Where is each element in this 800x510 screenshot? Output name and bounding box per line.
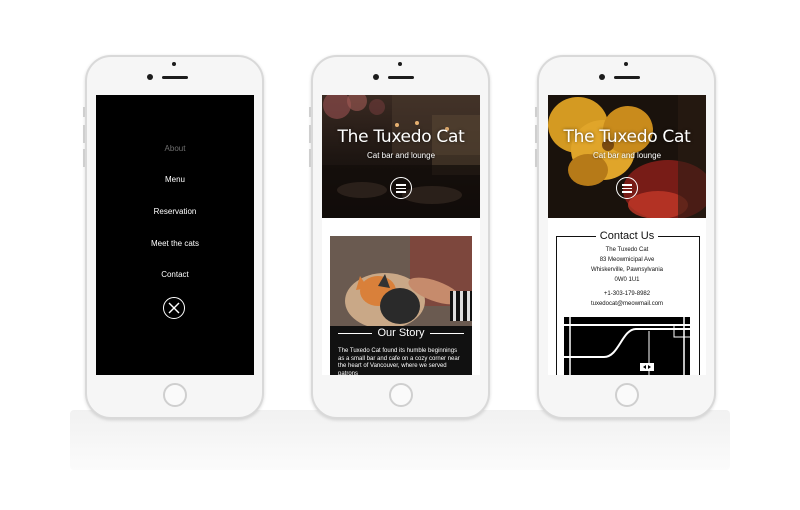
camera	[599, 74, 605, 80]
home-button[interactable]	[615, 383, 639, 407]
hero-drink-photo: The Tuxedo Cat Cat bar and lounge	[548, 95, 706, 218]
volume-down	[535, 149, 537, 167]
contact-phone-link[interactable]: +1-303-179-8982	[548, 291, 706, 297]
volume-down	[309, 149, 311, 167]
menu-item-contact[interactable]: Contact	[96, 270, 254, 279]
map-graphic	[564, 317, 690, 375]
our-story-card: Our Story The Tuxedo Cat found its humbl…	[330, 236, 472, 375]
close-icon[interactable]	[163, 297, 185, 319]
contact-address-line2: Whiskerville, Pawnsylvania	[590, 267, 664, 273]
hamburger-icon[interactable]	[390, 177, 412, 199]
speaker	[614, 76, 640, 79]
mute-switch	[535, 107, 537, 117]
volume-down	[83, 149, 85, 167]
camera	[147, 74, 153, 80]
site-subtitle: Cat bar and lounge	[592, 151, 662, 160]
speaker	[388, 76, 414, 79]
sensor-dot	[624, 62, 628, 66]
menu-item-meet-the-cats[interactable]: Meet the cats	[96, 239, 254, 248]
contact-business-name: The Tuxedo Cat	[605, 247, 649, 253]
floor-reflection	[70, 410, 730, 470]
camera	[373, 74, 379, 80]
mute-switch	[83, 107, 85, 117]
volume-up	[309, 125, 311, 143]
contact-heading: Contact Us	[548, 230, 706, 242]
site-subtitle: Cat bar and lounge	[366, 151, 436, 160]
story-screen: The Tuxedo Cat Cat bar and lounge Our St…	[322, 95, 480, 375]
menu-item-reservation[interactable]: Reservation	[96, 207, 254, 216]
contact-screen: The Tuxedo Cat Cat bar and lounge Contac…	[548, 95, 706, 375]
site-title: The Tuxedo Cat	[337, 127, 465, 147]
speaker	[162, 76, 188, 79]
mute-switch	[309, 107, 311, 117]
sensor-dot	[172, 62, 176, 66]
phone-story-view: The Tuxedo Cat Cat bar and lounge Our St…	[309, 55, 490, 419]
site-title: The Tuxedo Cat	[563, 127, 691, 147]
contact-postal-code: 0W0 1U1	[614, 277, 640, 283]
our-story-text: The Tuxedo Cat found its humble beginnin…	[338, 348, 460, 375]
home-button[interactable]	[163, 383, 187, 407]
contact-email-link[interactable]: tuxedocat@meowmail.com	[548, 301, 706, 307]
menu-item-menu[interactable]: Menu	[96, 175, 254, 184]
volume-up	[83, 125, 85, 143]
volume-up	[535, 125, 537, 143]
our-story-heading: Our Story	[377, 327, 425, 339]
menu-screen: About Menu Reservation Meet the cats Con…	[96, 95, 254, 375]
menu-item-about[interactable]: About	[96, 144, 254, 153]
hamburger-icon[interactable]	[616, 177, 638, 199]
phone-menu-view: About Menu Reservation Meet the cats Con…	[83, 55, 264, 419]
location-map[interactable]	[564, 317, 690, 375]
sensor-dot	[398, 62, 402, 66]
home-button[interactable]	[389, 383, 413, 407]
phone-contact-view: The Tuxedo Cat Cat bar and lounge Contac…	[535, 55, 716, 419]
contact-address-line1: 83 Meowmicipal Ave	[599, 257, 655, 263]
hero-bar-photo: The Tuxedo Cat Cat bar and lounge	[322, 95, 480, 218]
